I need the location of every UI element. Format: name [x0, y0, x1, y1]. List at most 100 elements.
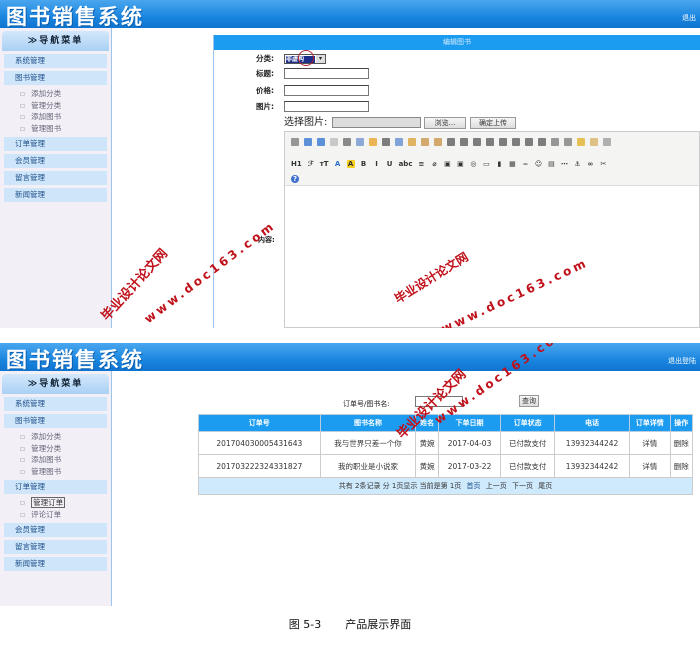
justify-icon[interactable] [486, 138, 494, 146]
pointer-icon[interactable] [603, 138, 611, 146]
file-input[interactable] [332, 117, 421, 128]
title-input[interactable] [284, 68, 369, 79]
nav-manage-book[interactable]: 管理图书 [0, 466, 111, 478]
nav-orders[interactable]: 订单管理 [4, 137, 107, 151]
unlink-icon[interactable]: ✂ [599, 160, 607, 168]
choose-image-label: 选择图片: [284, 117, 328, 128]
nav-messages[interactable]: 留言管理 [4, 171, 107, 185]
nav-members[interactable]: 会员管理 [4, 154, 107, 168]
horizontal-rule-icon[interactable]: ≡ [417, 160, 425, 168]
logout-link[interactable]: 退出 [682, 13, 696, 23]
nav-add-book[interactable]: 添加图书 [0, 111, 111, 123]
nav-add-category[interactable]: 添加分类 [0, 431, 111, 443]
link-icon[interactable]: ∞ [586, 160, 594, 168]
column-header: 下单日期 [437, 414, 502, 432]
price-input[interactable] [284, 85, 369, 96]
prev-page-link[interactable]: 上一页 [486, 482, 507, 490]
strikethrough-icon[interactable]: abc [399, 160, 413, 168]
multi-image-icon[interactable]: ▣ [456, 160, 464, 168]
emoticon-icon[interactable]: ☺ [534, 160, 542, 168]
logout-link[interactable]: 退出登陆 [668, 356, 696, 366]
align-center-icon[interactable] [460, 138, 468, 146]
table-header: 订单号 图书名称 姓名 下单日期 订单状态 电话 订单详情 操作 [198, 414, 694, 432]
attachment-icon[interactable]: ▮ [495, 160, 503, 168]
table-icon[interactable]: ▦ [508, 160, 516, 168]
page-break-icon[interactable]: ⋯ [560, 160, 568, 168]
bold-icon[interactable]: B [360, 160, 368, 168]
copy-icon[interactable] [395, 138, 403, 146]
map-icon[interactable]: ▤ [547, 160, 555, 168]
delete-link[interactable]: 删除 [669, 454, 694, 478]
media-icon[interactable]: ▭ [482, 160, 490, 168]
order-search: 订单号/图书名: 查询 [343, 395, 539, 409]
outdent-icon[interactable] [538, 138, 546, 146]
font-size-icon[interactable]: тT [320, 160, 329, 168]
price-label: 价格: [256, 86, 274, 95]
help-icon[interactable]: ? [291, 175, 299, 183]
code-icon[interactable] [369, 138, 377, 146]
subscript-icon[interactable] [551, 138, 559, 146]
ordered-list-icon[interactable] [499, 138, 507, 146]
nav-orders[interactable]: 订单管理 [4, 480, 107, 494]
underline-icon[interactable]: U [386, 160, 394, 168]
font-family-icon[interactable]: ℱ [307, 160, 315, 168]
redo-icon[interactable] [317, 138, 325, 146]
nav-books[interactable]: 图书管理 [4, 71, 107, 85]
nav-news[interactable]: 新闻管理 [4, 557, 107, 571]
preview-icon[interactable] [330, 138, 338, 146]
upload-button[interactable]: 确定上传 [470, 117, 516, 129]
select-all-icon[interactable] [590, 138, 598, 146]
details-link[interactable]: 详情 [628, 431, 671, 455]
align-left-icon[interactable] [447, 138, 455, 146]
column-header: 订单详情 [628, 414, 671, 432]
order-status: 已付款支付 [500, 431, 556, 455]
nav-add-book[interactable]: 添加图书 [0, 454, 111, 466]
nav-system[interactable]: 系统管理 [4, 54, 107, 68]
nav-members[interactable]: 会员管理 [4, 523, 107, 537]
paste-plain-icon[interactable] [434, 138, 442, 146]
paste-word-icon[interactable] [421, 138, 429, 146]
eraser-icon[interactable]: ⌀ [430, 160, 438, 168]
delete-link[interactable]: 删除 [669, 431, 694, 455]
image-icon[interactable]: ▣ [443, 160, 451, 168]
nav-manage-category[interactable]: 管理分类 [0, 443, 111, 455]
line-icon[interactable]: ‒ [521, 160, 529, 168]
image-label: 图片: [256, 102, 274, 111]
paste-text-icon[interactable] [408, 138, 416, 146]
nav-manage-orders[interactable]: 管理订单 [0, 497, 111, 509]
details-link[interactable]: 详情 [628, 454, 671, 478]
nav-messages[interactable]: 留言管理 [4, 540, 107, 554]
search-input[interactable] [415, 396, 463, 407]
flash-icon[interactable]: ◎ [469, 160, 477, 168]
undo-icon[interactable] [304, 138, 312, 146]
image-input[interactable] [284, 101, 369, 112]
book-name: 我的职业是小说家 [319, 454, 417, 478]
nav-news[interactable]: 新闻管理 [4, 188, 107, 202]
browse-button[interactable]: 浏览... [424, 117, 466, 129]
nav-add-category[interactable]: 添加分类 [0, 88, 111, 100]
last-page-link[interactable]: 尾页 [538, 482, 552, 490]
rich-text-editor[interactable]: H1 ℱтT A A B I Uabc ≡ ⌀ ▣ ▣ ◎ ▭ ▮ ▦ ‒ ☺ ▤ ⋯ ⚓ ∞ ✂ ? [284, 131, 700, 328]
nav-manage-book[interactable]: 管理图书 [0, 123, 111, 135]
nav-manage-category[interactable]: 管理分类 [0, 100, 111, 112]
clear-format-icon[interactable] [577, 138, 585, 146]
italic-icon[interactable]: I [373, 160, 381, 168]
anchor-icon[interactable]: ⚓ [573, 160, 581, 168]
indent-icon[interactable] [525, 138, 533, 146]
template-icon[interactable] [356, 138, 364, 146]
search-button[interactable]: 查询 [519, 395, 539, 407]
align-right-icon[interactable] [473, 138, 481, 146]
highlight-icon[interactable]: A [346, 160, 355, 168]
nav-system[interactable]: 系统管理 [4, 397, 107, 411]
nav-books[interactable]: 图书管理 [4, 414, 107, 428]
first-page-link[interactable]: 首页 [467, 482, 481, 490]
font-color-icon[interactable]: A [334, 160, 342, 168]
unordered-list-icon[interactable] [512, 138, 520, 146]
nav-review-orders[interactable]: 评论订单 [0, 509, 111, 521]
paste-icon[interactable] [291, 138, 299, 146]
heading-icon[interactable]: H1 [291, 160, 302, 168]
cut-icon[interactable] [382, 138, 390, 146]
print-icon[interactable] [343, 138, 351, 146]
next-page-link[interactable]: 下一页 [512, 482, 533, 490]
superscript-icon[interactable] [564, 138, 572, 146]
